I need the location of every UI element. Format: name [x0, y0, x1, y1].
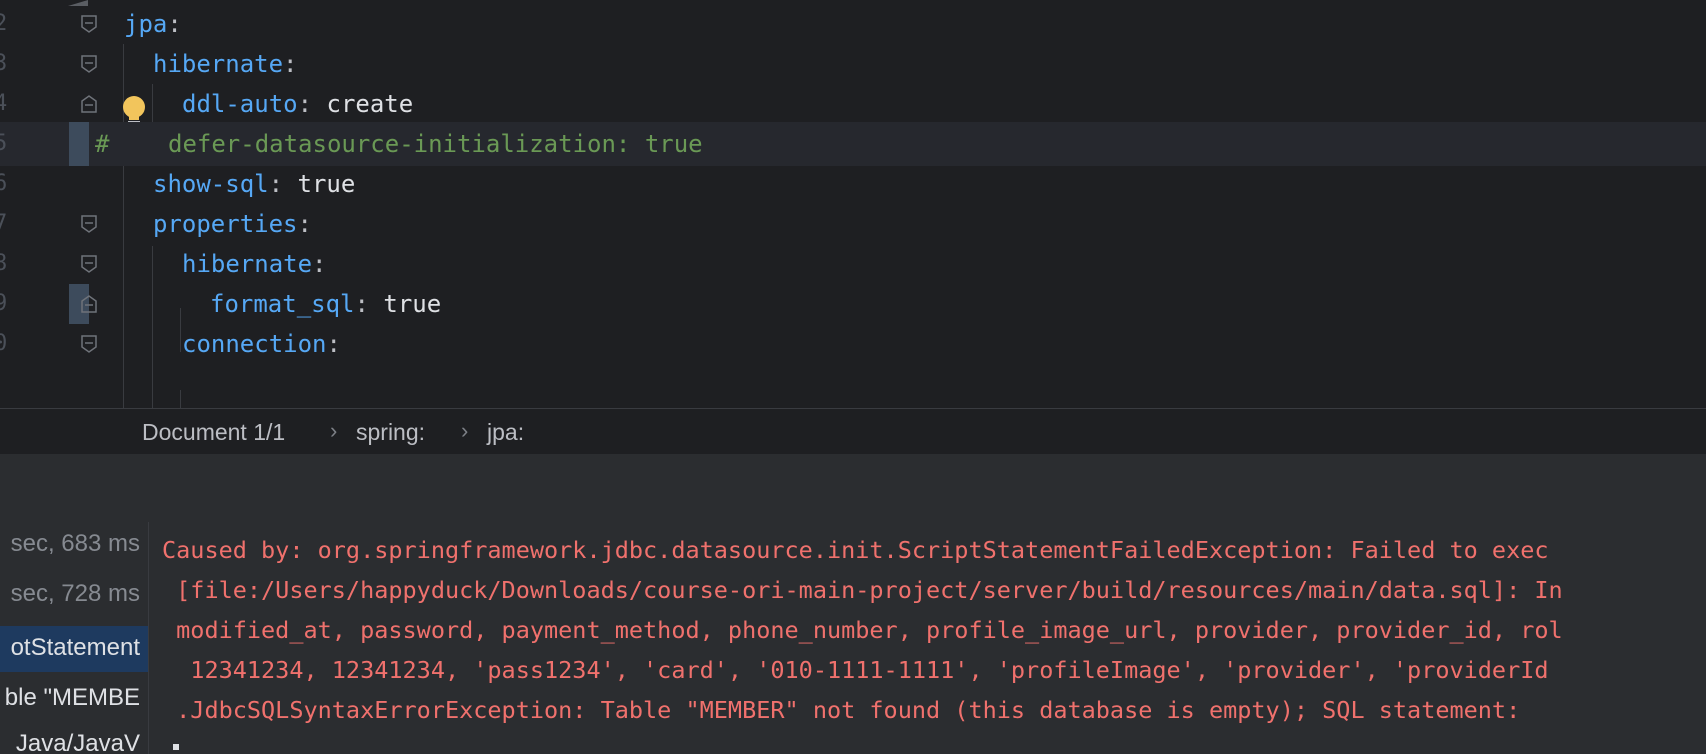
fold-collapse-icon[interactable]	[81, 255, 97, 273]
code-text: connection:	[182, 322, 341, 366]
run-tree[interactable]: sec, 683 ms sec, 728 ms otStatement ble …	[0, 522, 149, 754]
console-output[interactable]: Caused by: org.springframework.jdbc.data…	[149, 522, 1706, 754]
code-line[interactable]: 3 hibernate:	[0, 42, 1706, 86]
code-text: jpa:	[124, 2, 182, 46]
breadcrumb: Document 1/1 › spring: › jpa:	[0, 408, 1706, 455]
yaml-key: hibernate	[153, 50, 284, 78]
run-tool-window-header	[0, 454, 1706, 522]
comment-hash: #	[95, 130, 110, 158]
yaml-value: true	[283, 170, 356, 198]
console-error-line: [file:/Users/happyduck/Downloads/course-…	[162, 576, 1563, 604]
yaml-value: create	[312, 90, 414, 118]
yaml-colon: :	[326, 330, 341, 358]
code-line[interactable]: 9 format_sql: true	[0, 282, 1706, 326]
yaml-colon: :	[167, 10, 182, 38]
code-line[interactable]: 0 connection:	[0, 322, 1706, 366]
yaml-colon: :	[354, 290, 369, 318]
code-text: show-sql: true	[153, 162, 355, 206]
line-number: 3	[0, 51, 8, 76]
line-number: 5	[0, 131, 8, 156]
code-line[interactable]: 2 jpa:	[0, 2, 1706, 46]
code-line[interactable]: 7 properties:	[0, 202, 1706, 246]
yaml-key: jpa	[124, 10, 168, 38]
line-number: 6	[0, 171, 8, 196]
console-error-line: .JdbcSQLSyntaxErrorException: Table "MEM…	[162, 696, 1521, 724]
yaml-key: hibernate	[182, 250, 313, 278]
line-number: 9	[0, 291, 8, 316]
breadcrumb-item-jpa[interactable]: jpa:	[487, 409, 524, 455]
code-text: properties:	[153, 202, 312, 246]
console-error-line: modified_at, password, payment_method, p…	[162, 616, 1563, 644]
line-number: 0	[0, 331, 8, 356]
line-number: 2	[0, 11, 8, 36]
yaml-colon: :	[312, 250, 327, 278]
line-number: 8	[0, 251, 8, 276]
code-text: ddl-auto: create	[182, 82, 413, 126]
yaml-key: format_sql	[210, 290, 355, 318]
console-caret	[173, 744, 179, 750]
fold-end-icon[interactable]	[81, 95, 97, 113]
indent-guide	[180, 390, 181, 408]
run-tool-window: sec, 683 ms sec, 728 ms otStatement ble …	[0, 522, 1706, 754]
line-number: 4	[0, 91, 8, 116]
vcs-change-marker[interactable]	[69, 122, 89, 166]
breadcrumb-item-document[interactable]: Document 1/1	[142, 409, 285, 455]
yaml-colon: :	[297, 210, 312, 238]
fold-collapse-icon[interactable]	[81, 215, 97, 233]
run-tree-item[interactable]: sec, 728 ms	[11, 572, 140, 616]
run-tree-item[interactable]: sec, 683 ms	[11, 522, 140, 566]
yaml-key: connection	[182, 330, 327, 358]
code-line[interactable]: 8 hibernate:	[0, 242, 1706, 286]
fold-collapse-icon[interactable]	[81, 335, 97, 353]
run-tree-item-selected[interactable]: otStatement	[11, 626, 140, 670]
code-line[interactable]: 4 ddl-auto: create	[0, 82, 1706, 126]
code-line[interactable]: 6 show-sql: true	[0, 162, 1706, 206]
code-editor[interactable]: 2 jpa: 3 hibernate: 4 ddl-auto: create 5…	[0, 0, 1706, 408]
comment-text: defer-datasource-initialization: true	[168, 130, 703, 158]
line-number: 7	[0, 211, 8, 236]
breadcrumb-separator: ›	[330, 418, 338, 443]
yaml-key: ddl-auto	[182, 90, 298, 118]
yaml-key: show-sql	[153, 170, 269, 198]
run-tree-item[interactable]: ble "MEMBE	[5, 676, 140, 720]
fold-collapse-icon[interactable]	[81, 55, 97, 73]
yaml-colon: :	[297, 90, 313, 118]
breadcrumb-item-spring[interactable]: spring:	[356, 409, 425, 455]
console-error-line: 12341234, 12341234, 'pass1234', 'card', …	[162, 656, 1549, 684]
yaml-key: properties	[153, 210, 298, 238]
yaml-colon: :	[268, 170, 284, 198]
yaml-value: true	[368, 290, 442, 318]
code-text: hibernate:	[153, 42, 298, 86]
code-text: format_sql: true	[210, 282, 441, 326]
fold-end-icon[interactable]	[81, 295, 97, 313]
console-error-line: Caused by: org.springframework.jdbc.data…	[162, 536, 1549, 564]
fold-collapse-icon[interactable]	[81, 15, 97, 33]
breadcrumb-separator: ›	[461, 418, 469, 443]
run-tree-item[interactable]: Java/JavaV	[16, 722, 140, 754]
yaml-colon: :	[283, 50, 298, 78]
code-line-current[interactable]: 5 # defer-datasource-initialization: tru…	[0, 122, 1706, 166]
code-text: hibernate:	[182, 242, 327, 286]
